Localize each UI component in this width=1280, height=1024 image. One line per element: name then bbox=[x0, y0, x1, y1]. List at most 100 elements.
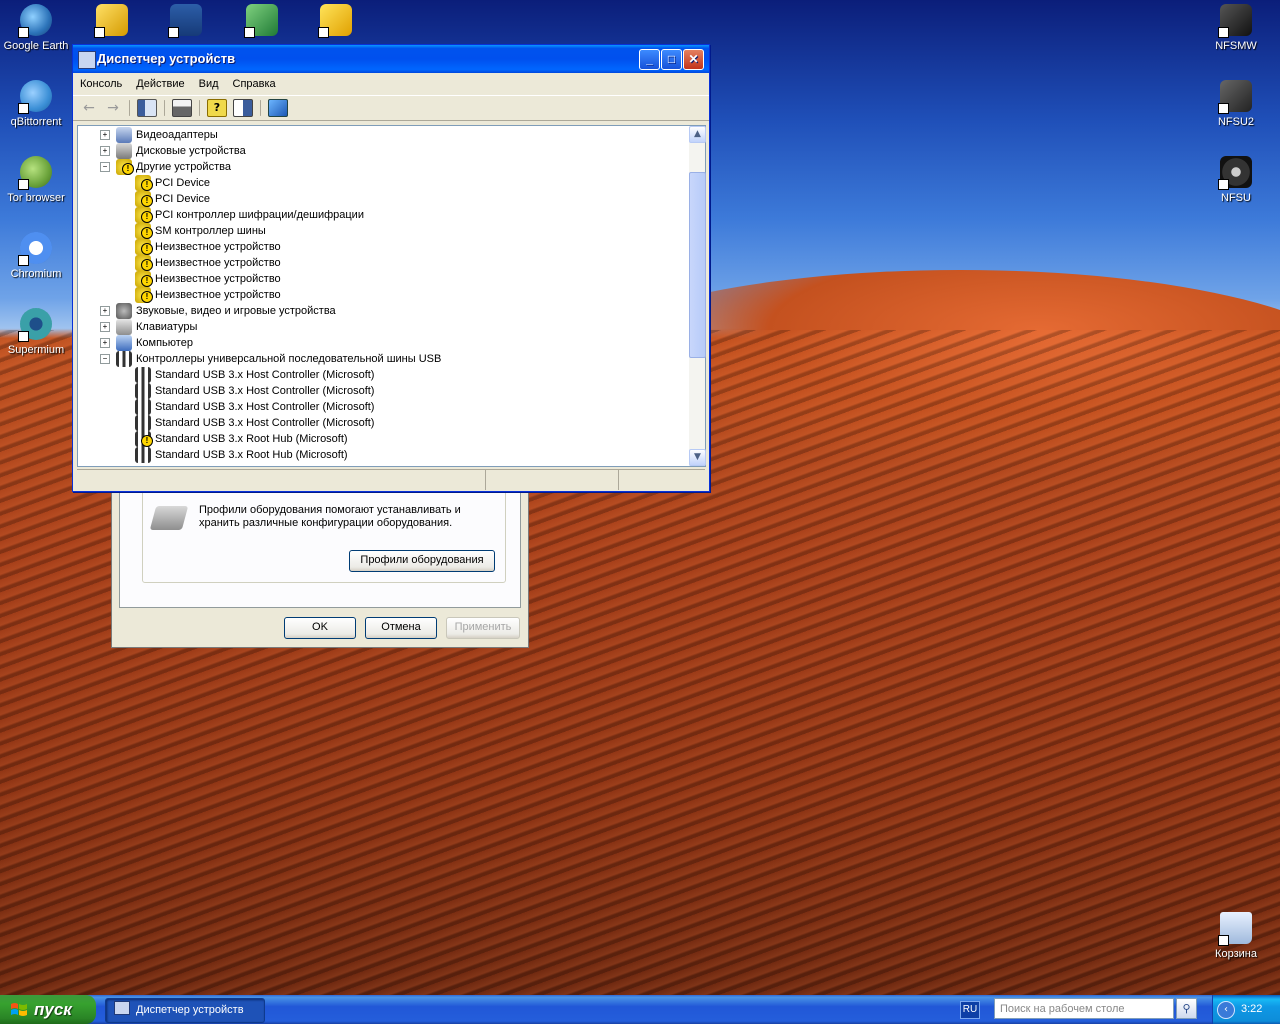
warning-icon: ! bbox=[141, 179, 153, 191]
tree-item[interactable]: + Звуковые, видео и игровые устройства bbox=[78, 303, 678, 319]
show-hide-tree-icon[interactable] bbox=[137, 99, 157, 117]
tree-item-label: Неизвестное устройство bbox=[155, 289, 281, 301]
tree-item[interactable]: + Клавиатуры bbox=[78, 319, 678, 335]
tree-item[interactable]: Standard USB 3.x Host Controller (Micros… bbox=[78, 367, 678, 383]
status-pane-2 bbox=[486, 470, 619, 490]
tree-item-label: Standard USB 3.x Host Controller (Micros… bbox=[155, 401, 375, 413]
tree-item[interactable]: Standard USB 3.x Host Controller (Micros… bbox=[78, 383, 678, 399]
expand-icon[interactable]: + bbox=[100, 130, 110, 140]
warning-icon: ! bbox=[141, 259, 153, 271]
help-icon[interactable]: ? bbox=[207, 99, 227, 117]
tree-item-label: Звуковые, видео и игровые устройства bbox=[136, 305, 336, 317]
desktop-icon-chromium[interactable]: Chromium bbox=[0, 232, 72, 280]
search-icon[interactable]: ⚲ bbox=[1176, 998, 1197, 1019]
tree-item[interactable]: ! Неизвестное устройство bbox=[78, 287, 678, 303]
usb-icon bbox=[135, 447, 151, 463]
desktop-icon-qbittorrent[interactable]: qBittorrent bbox=[0, 80, 72, 128]
desktop-icon-nfsmw[interactable]: NFSMW bbox=[1200, 4, 1272, 52]
tree-item[interactable]: + Дисковые устройства bbox=[78, 143, 678, 159]
tree-item[interactable]: −! Другие устройства bbox=[78, 159, 678, 175]
usb-icon bbox=[135, 415, 151, 431]
menu-view[interactable]: Вид bbox=[192, 78, 226, 90]
tree-item-label: Standard USB 3.x Host Controller (Micros… bbox=[155, 417, 375, 429]
taskbar-button-label: Диспетчер устройств bbox=[136, 1004, 244, 1016]
system-properties-dialog: Профили оборудования помогают устанавлив… bbox=[111, 470, 529, 648]
tree-item[interactable]: + Видеоадаптеры bbox=[78, 127, 678, 143]
tree-item[interactable]: + Компьютер bbox=[78, 335, 678, 351]
tree-item[interactable]: Standard USB 3.x Host Controller (Micros… bbox=[78, 399, 678, 415]
desktop-icon-google-earth[interactable]: Google Earth bbox=[0, 4, 72, 52]
title-bar[interactable]: Диспетчер устройств _ □ ✕ bbox=[73, 45, 709, 73]
close-button[interactable]: ✕ bbox=[683, 49, 704, 70]
maximize-button[interactable]: □ bbox=[661, 49, 682, 70]
desktop-icon-pdf[interactable] bbox=[300, 4, 372, 40]
tree-item-label: Клавиатуры bbox=[136, 321, 198, 333]
expand-icon[interactable]: + bbox=[100, 322, 110, 332]
scan-hardware-icon[interactable] bbox=[268, 99, 288, 117]
nfsu-icon bbox=[1218, 156, 1252, 190]
desktop-icon-recycle-bin[interactable]: Корзина bbox=[1200, 912, 1272, 960]
desktop-icon-label: Supermium bbox=[7, 344, 65, 356]
desktop-icon-supermium[interactable]: Supermium bbox=[0, 308, 72, 356]
scroll-thumb[interactable] bbox=[689, 172, 706, 358]
tree-item-label: Неизвестное устройство bbox=[155, 257, 281, 269]
vertical-scrollbar[interactable]: ▲ ▼ bbox=[689, 125, 706, 467]
desktop-icon-app-2[interactable] bbox=[150, 4, 222, 40]
collapse-icon[interactable]: − bbox=[100, 354, 110, 364]
tree-item[interactable]: Standard USB 3.x Host Controller (Micros… bbox=[78, 415, 678, 431]
app-icon-2 bbox=[168, 4, 202, 38]
desktop-icon-app-1[interactable] bbox=[76, 4, 148, 40]
expand-icon[interactable]: + bbox=[100, 146, 110, 156]
tree-item[interactable]: − Контроллеры универсальной последователь… bbox=[78, 351, 678, 367]
tree-item[interactable]: ! Неизвестное устройство bbox=[78, 271, 678, 287]
expand-icon[interactable]: + bbox=[100, 306, 110, 316]
device-tree[interactable]: + Видеоадаптеры + Дисковые устройства −! Друг… bbox=[77, 125, 691, 467]
tree-item[interactable]: ! Неизвестное устройство bbox=[78, 239, 678, 255]
properties-icon[interactable] bbox=[233, 99, 253, 117]
tree-item[interactable]: ! PCI контроллер шифрации/дешифрации bbox=[78, 207, 678, 223]
minimize-button[interactable]: _ bbox=[639, 49, 660, 70]
ok-button[interactable]: OK bbox=[284, 617, 356, 639]
tree-item[interactable]: Standard USB 3.x Root Hub (Microsoft) bbox=[78, 447, 678, 463]
usb-icon bbox=[135, 383, 151, 399]
print-icon[interactable] bbox=[172, 99, 192, 117]
toolbar-separator bbox=[129, 100, 130, 116]
warning-icon: ! bbox=[122, 163, 134, 175]
menu-help[interactable]: Справка bbox=[226, 78, 283, 90]
back-arrow-icon[interactable]: ← bbox=[80, 100, 98, 116]
tree-item[interactable]: ! PCI Device bbox=[78, 175, 678, 191]
status-pane-3 bbox=[619, 470, 705, 490]
tree-item[interactable]: ! Standard USB 3.x Root Hub (Microsoft) bbox=[78, 431, 678, 447]
tree-item[interactable]: ! Неизвестное устройство bbox=[78, 255, 678, 271]
warning-icon: ! bbox=[141, 275, 153, 287]
sound-icon bbox=[116, 303, 132, 319]
hardware-profiles-button[interactable]: Профили оборудования bbox=[349, 550, 495, 572]
tree-item-label: Компьютер bbox=[136, 337, 193, 349]
tree-item-label: Дисковые устройства bbox=[136, 145, 246, 157]
cancel-button[interactable]: Отмена bbox=[365, 617, 437, 639]
desktop-icon-tor-browser[interactable]: Tor browser bbox=[0, 156, 72, 204]
start-button[interactable]: пуск bbox=[0, 995, 96, 1024]
clock[interactable]: 3:22 bbox=[1241, 995, 1262, 1024]
tree-item[interactable]: ! SM контроллер шины bbox=[78, 223, 678, 239]
display-adapter-icon bbox=[116, 127, 132, 143]
desktop-icon-excel[interactable] bbox=[226, 4, 298, 40]
forward-arrow-icon[interactable]: → bbox=[104, 100, 122, 116]
menu-console[interactable]: Консоль bbox=[73, 78, 129, 90]
collapse-icon[interactable]: − bbox=[100, 162, 110, 172]
scroll-down-arrow-icon[interactable]: ▼ bbox=[689, 449, 706, 466]
taskbar-button-device-manager[interactable]: Диспетчер устройств bbox=[105, 998, 265, 1023]
chevron-left-icon[interactable]: ‹ bbox=[1217, 1001, 1235, 1019]
desktop-icon-nfsu[interactable]: NFSU bbox=[1200, 156, 1272, 204]
scroll-up-arrow-icon[interactable]: ▲ bbox=[689, 126, 706, 143]
desktop-icon-nfsu2[interactable]: NFSU2 bbox=[1200, 80, 1272, 128]
toolbar-separator bbox=[164, 100, 165, 116]
menu-action[interactable]: Действие bbox=[129, 78, 191, 90]
tree-item-label: Неизвестное устройство bbox=[155, 273, 281, 285]
language-indicator[interactable]: RU bbox=[960, 1001, 980, 1019]
tree-item[interactable]: ! PCI Device bbox=[78, 191, 678, 207]
status-bar bbox=[77, 469, 705, 490]
desktop-icon-label: Google Earth bbox=[3, 40, 69, 52]
desktop-search-input[interactable]: Поиск на рабочем столе bbox=[994, 998, 1174, 1019]
expand-icon[interactable]: + bbox=[100, 338, 110, 348]
